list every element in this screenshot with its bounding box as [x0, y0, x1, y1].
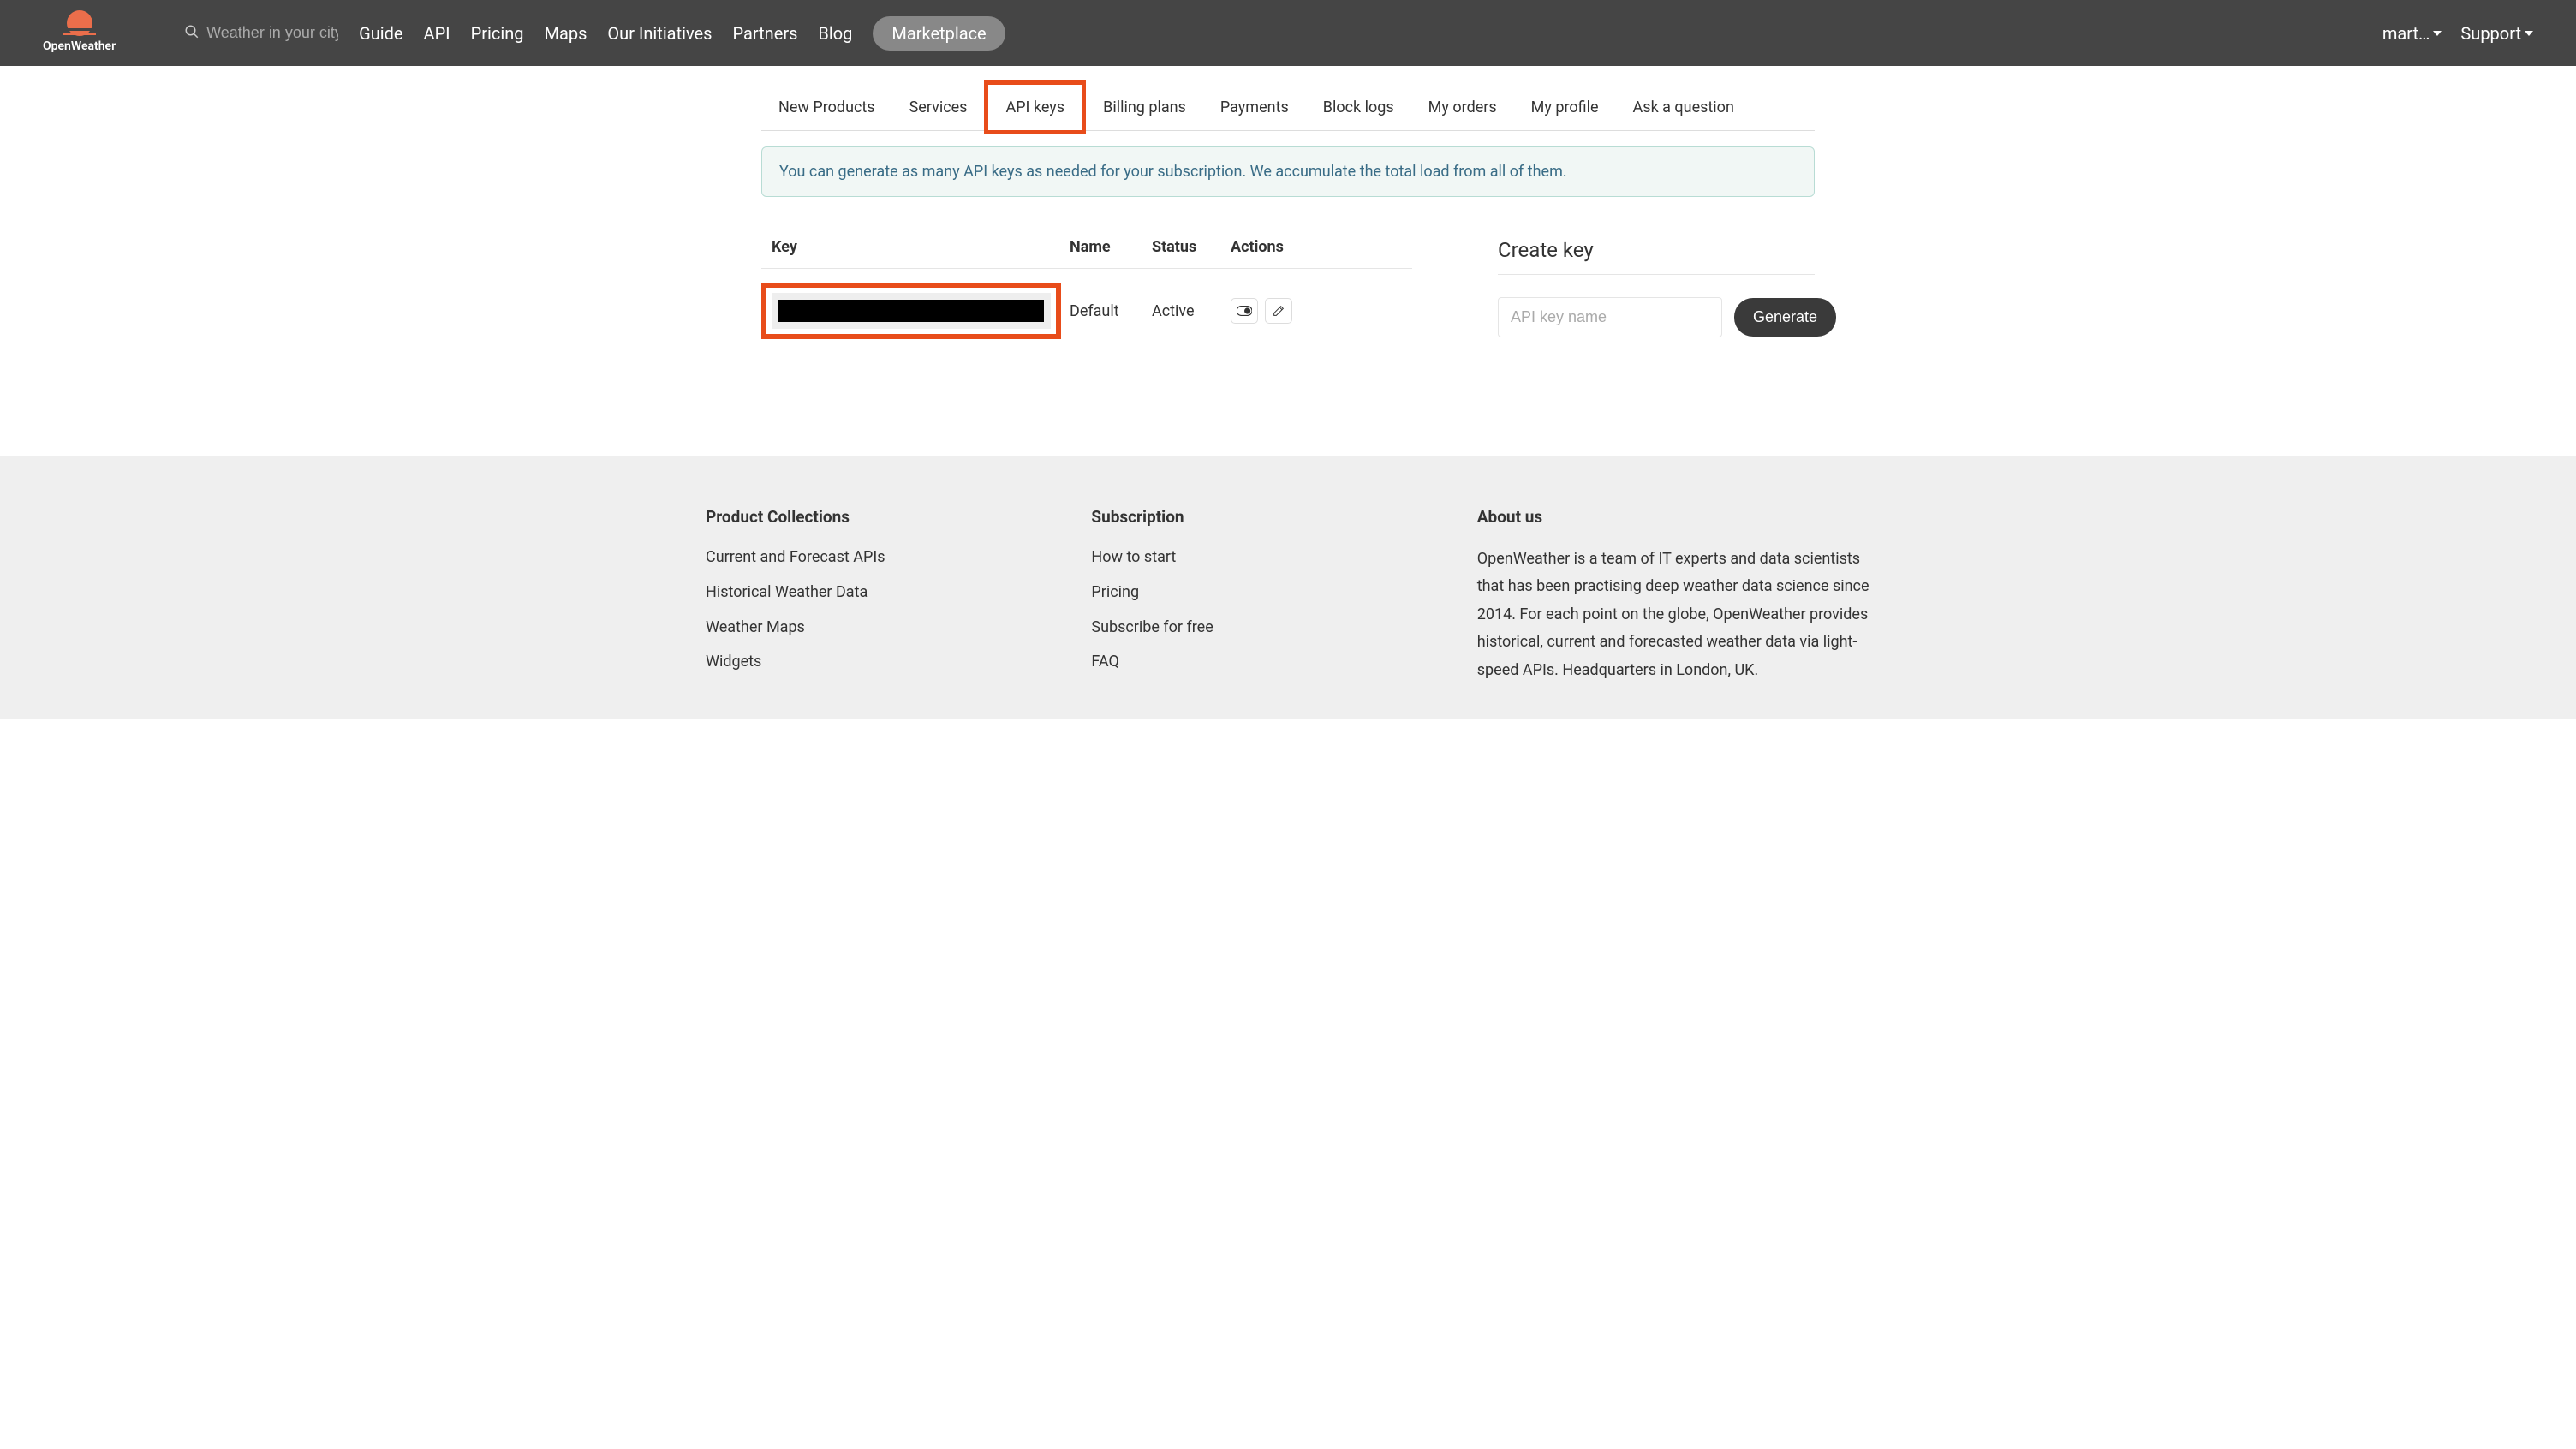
col-status: Status: [1152, 238, 1231, 256]
api-key-highlight: [761, 283, 1061, 339]
user-menu[interactable]: mart…: [2382, 23, 2442, 44]
info-alert: You can generate as many API keys as nee…: [761, 146, 1815, 197]
api-keys-table: Key Name Status Actions Default Active: [761, 238, 1412, 353]
support-label: Support: [2460, 23, 2521, 44]
table-row: Default Active: [761, 269, 1412, 353]
support-menu[interactable]: Support: [2460, 23, 2533, 44]
col-key: Key: [761, 238, 1070, 256]
logo[interactable]: OpenWeather: [43, 14, 116, 53]
footer-link-subscribe-free[interactable]: Subscribe for free: [1091, 616, 1425, 641]
nav-right: mart… Support: [2382, 23, 2533, 44]
edit-icon: [1272, 304, 1285, 318]
footer-col-about: About us OpenWeather is a team of IT exp…: [1477, 507, 1870, 685]
chevron-down-icon: [2525, 31, 2533, 36]
footer-link-faq[interactable]: FAQ: [1091, 650, 1425, 675]
tab-billing-plans[interactable]: Billing plans: [1086, 85, 1203, 130]
footer-link-historical[interactable]: Historical Weather Data: [706, 581, 1040, 605]
key-actions: [1231, 298, 1292, 324]
api-key-name-input[interactable]: [1498, 297, 1722, 337]
nav-blog[interactable]: Blog: [818, 23, 852, 44]
tab-services[interactable]: Services: [892, 85, 985, 130]
edit-key-button[interactable]: [1265, 298, 1292, 324]
main-nav: Guide API Pricing Maps Our Initiatives P…: [359, 16, 1005, 51]
table-header: Key Name Status Actions: [761, 238, 1412, 269]
account-tabs: New Products Services API keys Billing p…: [761, 85, 1815, 131]
tab-new-products[interactable]: New Products: [761, 85, 892, 130]
nav-api[interactable]: API: [424, 23, 450, 44]
footer: Product Collections Current and Forecast…: [0, 456, 2576, 719]
api-key-value-redacted[interactable]: [778, 300, 1044, 322]
tab-my-orders[interactable]: My orders: [1411, 85, 1514, 130]
nav-our-initiatives[interactable]: Our Initiatives: [607, 23, 712, 44]
logo-text: OpenWeather: [43, 39, 116, 53]
footer-link-weather-maps[interactable]: Weather Maps: [706, 616, 1040, 641]
col-actions: Actions: [1231, 238, 1284, 256]
footer-col-products: Product Collections Current and Forecast…: [706, 507, 1040, 685]
create-key-panel: Create key Generate: [1498, 238, 1815, 353]
search-icon: [184, 24, 200, 43]
footer-heading-about: About us: [1477, 507, 1870, 527]
chevron-down-icon: [2433, 31, 2442, 36]
tab-my-profile[interactable]: My profile: [1514, 85, 1616, 130]
tab-api-keys[interactable]: API keys: [984, 80, 1086, 134]
footer-link-current-forecast[interactable]: Current and Forecast APIs: [706, 546, 1040, 570]
user-name: mart…: [2382, 23, 2430, 44]
footer-link-how-to-start[interactable]: How to start: [1091, 546, 1425, 570]
nav-guide[interactable]: Guide: [359, 23, 402, 44]
nav-marketplace[interactable]: Marketplace: [873, 16, 1005, 51]
header: OpenWeather Guide API Pricing Maps Our I…: [0, 0, 2576, 66]
toggle-on-icon: [1237, 306, 1252, 316]
nav-maps[interactable]: Maps: [545, 23, 587, 44]
footer-col-subscription: Subscription How to start Pricing Subscr…: [1091, 507, 1425, 685]
nav-pricing[interactable]: Pricing: [471, 23, 524, 44]
col-name: Name: [1070, 238, 1152, 256]
footer-link-widgets[interactable]: Widgets: [706, 650, 1040, 675]
footer-link-pricing[interactable]: Pricing: [1091, 581, 1425, 605]
key-status: Active: [1152, 302, 1231, 320]
tab-block-logs[interactable]: Block logs: [1306, 85, 1411, 130]
search-input[interactable]: [200, 21, 345, 45]
tab-ask-a-question[interactable]: Ask a question: [1616, 85, 1751, 130]
footer-about-text: OpenWeather is a team of IT experts and …: [1477, 546, 1870, 684]
logo-icon: [63, 14, 97, 36]
footer-heading-subscription: Subscription: [1091, 507, 1425, 527]
key-name: Default: [1070, 302, 1152, 320]
search-wrap: [184, 21, 345, 45]
footer-heading-products: Product Collections: [706, 507, 1040, 527]
create-key-title: Create key: [1498, 238, 1815, 275]
tab-payments[interactable]: Payments: [1203, 85, 1306, 130]
toggle-key-button[interactable]: [1231, 298, 1258, 324]
generate-button[interactable]: Generate: [1734, 298, 1836, 337]
nav-partners[interactable]: Partners: [732, 23, 797, 44]
